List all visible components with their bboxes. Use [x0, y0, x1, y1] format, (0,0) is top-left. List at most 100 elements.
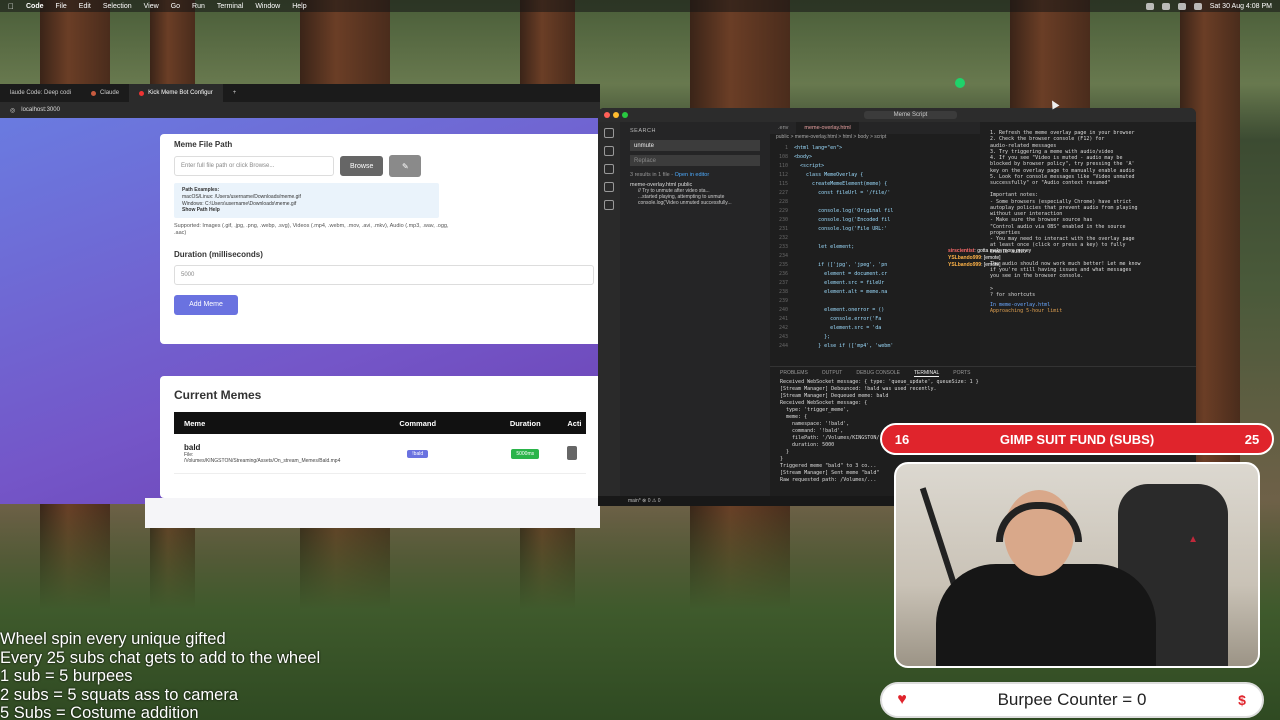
tab-terminal[interactable]: TERMINAL — [913, 370, 940, 377]
rule-line: 5 Subs = Costume addition — [0, 704, 199, 720]
duration-input[interactable]: 5000 — [174, 264, 594, 285]
menu-selection[interactable]: Selection — [103, 3, 132, 10]
explorer-icon[interactable] — [604, 128, 614, 138]
command-center[interactable]: Meme Script — [863, 111, 958, 119]
chat-user: sirscientist — [948, 248, 975, 254]
editor-tab-active[interactable]: meme-overlay.html — [796, 122, 859, 134]
menu-help[interactable]: Help — [292, 3, 306, 10]
browser-tab[interactable]: laude Code: Deep codi — [0, 84, 81, 102]
line-number: 241 — [778, 315, 788, 322]
dollar-icon: $ — [1238, 692, 1246, 708]
close-window-icon[interactable] — [604, 112, 610, 118]
search-match[interactable]: console.log('Video unmuted successfully.… — [630, 200, 760, 206]
tab-debug-console[interactable]: DEBUG CONSOLE — [856, 370, 900, 376]
line-number: 228 — [778, 198, 788, 205]
menubar-app-name[interactable]: Code — [26, 3, 44, 10]
search-input[interactable]: unmute — [630, 140, 760, 151]
search-icon[interactable] — [1193, 2, 1202, 10]
tab-label: Kick Meme Bot Configur — [148, 90, 213, 96]
code-text: } else if (['mp4', 'webm' — [794, 342, 894, 349]
menu-file[interactable]: File — [56, 3, 67, 10]
code-text: element.src = fileUr — [794, 279, 885, 286]
extensions-icon[interactable] — [604, 200, 614, 210]
streamer-shirt — [936, 564, 1156, 666]
code-text: let element; — [794, 243, 855, 250]
panel-tabs: PROBLEMS OUTPUT DEBUG CONSOLE TERMINAL P… — [770, 367, 1196, 379]
delete-button[interactable] — [567, 445, 578, 460]
menubar-clock[interactable]: Sat 30 Aug 4:08 PM — [1210, 3, 1272, 10]
file-path-label: Meme File Path — [174, 140, 233, 149]
claude-line: ? for shortcuts — [990, 291, 1036, 298]
edit-icon[interactable]: ✎ — [389, 155, 422, 177]
run-debug-icon[interactable] — [604, 182, 614, 192]
code-line: 236 element = document.cr — [770, 269, 980, 278]
chat-user: YSLbando999 — [948, 255, 982, 261]
minimize-window-icon[interactable] — [613, 112, 619, 118]
path-help-box: Path Examples: macOS/Linux: /Users/usern… — [174, 183, 439, 218]
menu-terminal[interactable]: Terminal — [217, 3, 243, 10]
col-duration: Duration — [509, 418, 541, 428]
current-memes-card: Current Memes Meme Command Duration Acti… — [160, 376, 600, 498]
tab-ports[interactable]: PORTS — [953, 370, 970, 376]
browse-button[interactable]: Browse — [340, 156, 384, 176]
address-bar[interactable]: ◎ localhost:3000 — [0, 102, 600, 118]
browser-tab[interactable]: Claude — [81, 84, 129, 102]
line-number: 239 — [778, 297, 788, 304]
browser-window: laude Code: Deep codi Claude Kick Meme B… — [0, 84, 600, 528]
chair-logo-icon: ▲ — [1188, 534, 1198, 545]
replace-input[interactable]: Replace — [630, 155, 760, 166]
menu-run[interactable]: Run — [192, 3, 205, 10]
code-text: console.log('Original fil — [794, 207, 894, 214]
editor-tab[interactable]: .env — [770, 125, 796, 131]
branch-status[interactable]: main* ⊗ 0 ⚠ 0 — [628, 498, 661, 504]
help-title: Path Examples: — [182, 187, 220, 193]
code-editor[interactable]: .env meme-overlay.html public > meme-ove… — [770, 122, 980, 366]
code-text: class MemeOverlay { — [794, 171, 864, 178]
menu-go[interactable]: Go — [171, 3, 180, 10]
command-badge: !bald — [407, 449, 429, 458]
maximize-window-icon[interactable] — [622, 112, 628, 118]
current-memes-title: Current Memes — [174, 388, 262, 402]
vscode-titlebar: Meme Script — [598, 108, 1196, 122]
tab-output[interactable]: OUTPUT — [822, 370, 843, 376]
table-header: Meme Command Duration Acti — [174, 412, 586, 434]
source-control-icon[interactable] — [604, 164, 614, 174]
code-text: element.onerror = () — [794, 306, 885, 313]
site-info-icon[interactable]: ◎ — [10, 107, 15, 114]
line-number: 230 — [778, 216, 788, 223]
new-tab-button[interactable]: + — [223, 84, 247, 102]
browser-tab-active[interactable]: Kick Meme Bot Configur — [129, 84, 223, 102]
menu-window[interactable]: Window — [255, 3, 280, 10]
line-number: 229 — [778, 207, 788, 214]
line-number: 234 — [778, 252, 788, 259]
wifi-icon[interactable] — [1177, 2, 1186, 10]
line-number: 235 — [778, 261, 788, 268]
menu-view[interactable]: View — [144, 3, 159, 10]
show-path-help-link[interactable]: Show Path Help — [182, 207, 431, 214]
open-in-editor-link[interactable]: Open in editor — [675, 172, 710, 178]
tab-problems[interactable]: PROBLEMS — [780, 370, 808, 376]
duration-badge: 5000ms — [511, 448, 540, 459]
code-line: 241 console.error('Fa — [770, 314, 980, 323]
rule-line: 1 sub = 5 burpees — [0, 667, 133, 685]
code-text: }; — [794, 333, 831, 340]
chat-message: YSLbando999: [emote] — [948, 262, 1001, 268]
status-icon[interactable] — [1145, 2, 1154, 10]
file-path-input[interactable]: Enter full file path or click Browse... — [174, 156, 334, 176]
code-line: 238 element.alt = meme.na — [770, 287, 980, 296]
line-number: 112 — [778, 171, 788, 178]
code-line: 231 console.log('File URL:' — [770, 224, 980, 233]
code-line: 229 console.log('Original fil — [770, 206, 980, 215]
add-meme-button[interactable]: Add Meme — [174, 294, 238, 315]
status-icon[interactable] — [1161, 2, 1170, 10]
terminal-line: [Stream Manager] Dequeued meme: bald — [780, 393, 889, 399]
rule-line: 2 subs = 5 squats ass to camera — [0, 685, 239, 704]
menu-edit[interactable]: Edit — [79, 3, 91, 10]
stream-rules: Wheel spin every unique gifted Every 25 … — [0, 630, 320, 720]
code-line: 1 <html lang="en"> — [770, 143, 980, 152]
line-number: 244 — [778, 342, 788, 349]
apple-icon[interactable]:  — [8, 2, 14, 11]
breadcrumb[interactable]: public > meme-overlay.html > html > body… — [770, 134, 980, 143]
claude-code-panel: 1. Refresh the meme overlay page in your… — [980, 122, 1196, 366]
search-icon[interactable] — [604, 146, 614, 156]
